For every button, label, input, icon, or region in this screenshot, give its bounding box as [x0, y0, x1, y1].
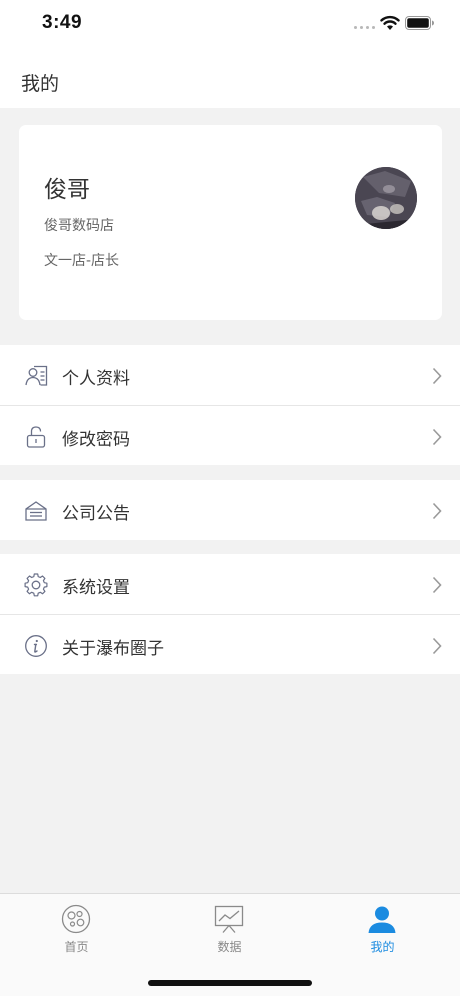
menu-group-notice: 公司公告 [0, 480, 460, 540]
status-time: 3:49 [42, 12, 83, 33]
home-icon [61, 904, 91, 934]
chevron-right-icon [432, 367, 442, 385]
chevron-right-icon [432, 502, 442, 520]
cellular-signal-icon [354, 26, 375, 29]
profile-store: 俊哥数码店 [44, 218, 114, 234]
menu-item-change-password[interactable]: 修改密码 [0, 405, 460, 465]
unlock-icon [26, 426, 46, 448]
chevron-right-icon [432, 428, 442, 446]
nav-bar: 我的 [0, 50, 460, 108]
tab-data[interactable]: 数据 [153, 894, 306, 964]
menu-label-change-password: 修改密码 [62, 430, 130, 450]
menu-label-about: 关于瀑布圈子 [62, 639, 164, 659]
notice-icon [25, 501, 47, 521]
menu-item-about[interactable]: 关于瀑布圈子 [0, 614, 460, 674]
person-icon [368, 906, 396, 933]
tab-label-home: 首页 [64, 940, 89, 954]
profile-card[interactable]: 俊哥 俊哥数码店 文一店-店长 [19, 125, 442, 320]
profile-role: 文一店-店长 [44, 253, 120, 269]
profile-name: 俊哥 [44, 177, 90, 203]
chevron-right-icon [432, 576, 442, 594]
menu-label-profile-info: 个人资料 [62, 369, 130, 389]
battery-icon [405, 16, 434, 30]
id-card-icon [25, 365, 48, 386]
tab-label-mine: 我的 [370, 940, 395, 954]
menu-label-system-settings: 系统设置 [62, 578, 130, 598]
menu-group-system: 系统设置 关于瀑布圈子 [0, 554, 460, 674]
page-title: 我的 [21, 73, 60, 95]
tab-mine[interactable]: 我的 [306, 894, 459, 964]
status-bar: 3:49 [0, 0, 460, 50]
menu-label-company-notice: 公司公告 [62, 504, 130, 524]
home-indicator [148, 980, 312, 986]
menu-item-profile-info[interactable]: 个人资料 [0, 345, 460, 405]
info-icon [25, 635, 47, 657]
screen: 3:49 我的 俊哥 俊哥数码店 文一店-店长 个人资料 修改密码 公司公告 系… [0, 0, 460, 996]
gear-icon [24, 573, 48, 597]
tab-label-data: 数据 [217, 940, 242, 954]
menu-item-system-settings[interactable]: 系统设置 [0, 554, 460, 614]
wifi-icon [380, 15, 400, 30]
avatar[interactable] [355, 167, 417, 229]
menu-group-account: 个人资料 修改密码 [0, 345, 460, 465]
tab-home[interactable]: 首页 [0, 894, 153, 964]
chart-board-icon [214, 905, 244, 933]
chevron-right-icon [432, 637, 442, 655]
menu-item-company-notice[interactable]: 公司公告 [0, 480, 460, 540]
